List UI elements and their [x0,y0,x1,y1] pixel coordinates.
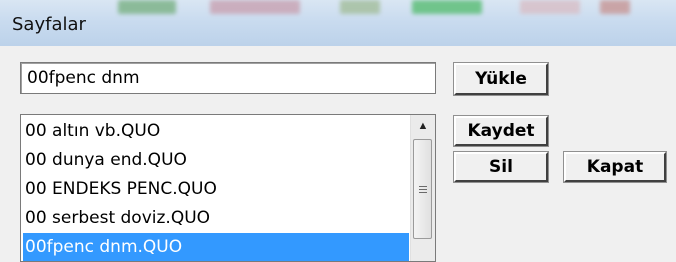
page-name-input[interactable] [20,62,436,94]
dialog-body: Yükle Kaydet Sil Kapat 00 altın vb.QUO 0… [8,46,676,262]
background-blur [118,0,176,14]
delete-button[interactable]: Sil [453,151,549,183]
title-bar[interactable]: Sayfalar [0,0,676,46]
list-item-selected[interactable]: 00fpenc dnm.QUO [23,233,409,261]
grip-icon [418,184,427,195]
background-blur [412,0,482,14]
window-title: Sayfalar [12,14,86,35]
sayfalar-window: Sayfalar Yükle Kaydet Sil Kapat 00 altın… [0,0,676,262]
save-button[interactable]: Kaydet [453,115,549,147]
background-blur [210,0,300,14]
list-item[interactable]: 00 ENDEKS PENC.QUO [23,175,409,204]
list-item[interactable]: 00 dunya end.QUO [23,146,409,175]
list-item[interactable]: 00 altın vb.QUO [23,117,409,146]
list-items: 00 altın vb.QUO 00 dunya end.QUO 00 ENDE… [23,117,409,261]
load-button[interactable]: Yükle [453,62,549,96]
background-blur [340,0,380,14]
background-blur [520,0,580,14]
background-blur [600,0,630,14]
pages-listbox[interactable]: 00 altın vb.QUO 00 dunya end.QUO 00 ENDE… [20,114,436,262]
list-item[interactable]: 00 serbest doviz.QUO [23,204,409,233]
scroll-up-arrow-icon[interactable]: ▲ [411,115,435,137]
close-button[interactable]: Kapat [563,151,667,183]
scroll-thumb[interactable] [413,139,432,239]
list-scrollbar[interactable]: ▲ [410,115,435,261]
